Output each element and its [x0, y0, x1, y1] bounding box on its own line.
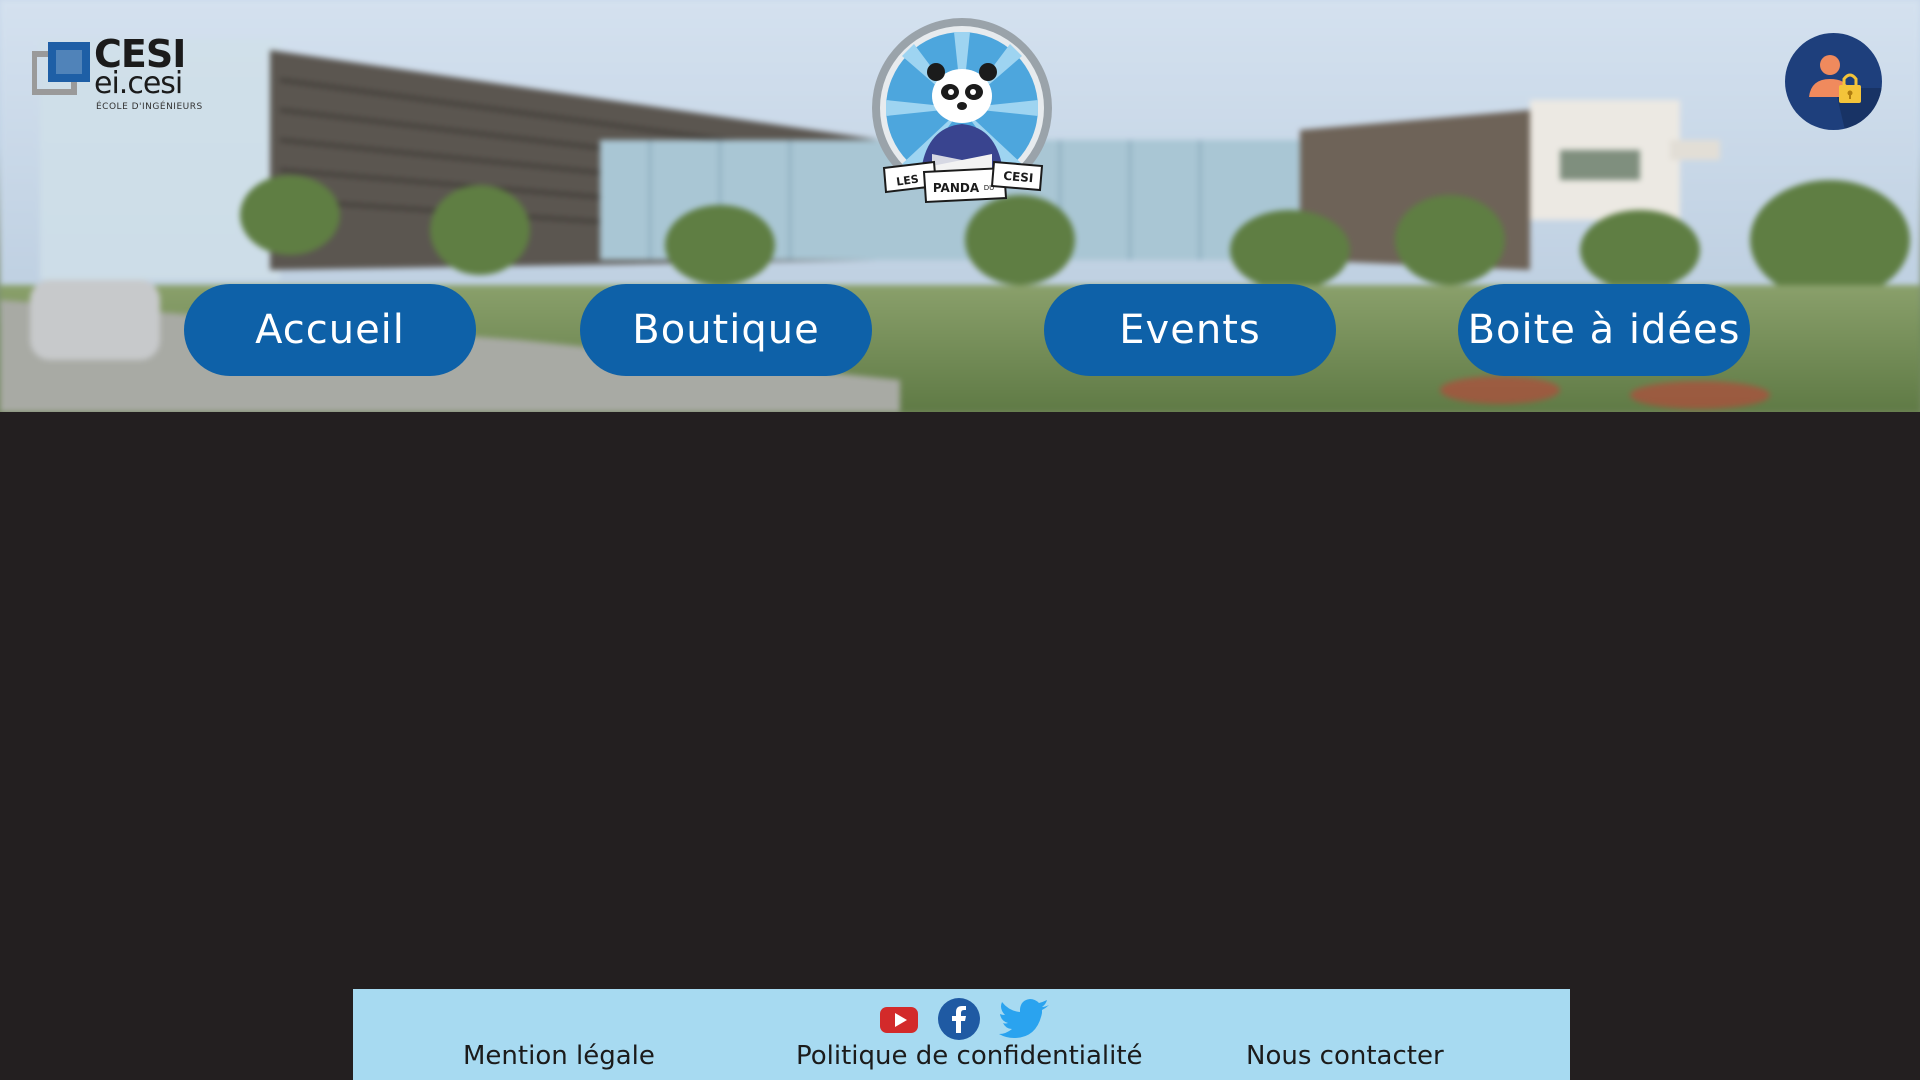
- panda-logo[interactable]: LES PANDA DU CESI: [870, 16, 1054, 210]
- main-content: [0, 412, 1920, 989]
- facebook-icon[interactable]: [937, 997, 981, 1041]
- nav-events-button[interactable]: Events: [1044, 284, 1336, 376]
- footer-link-politique-confidentialite[interactable]: Politique de confidentialité: [796, 1041, 1143, 1071]
- nav-boutique-label: Boutique: [632, 307, 820, 353]
- nav-boite-a-idees-label: Boite à idées: [1467, 307, 1741, 353]
- nav-boutique-button[interactable]: Boutique: [580, 284, 872, 376]
- login-button[interactable]: [1785, 33, 1882, 130]
- nav-accueil-button[interactable]: Accueil: [184, 284, 476, 376]
- footer-link-mention-legale[interactable]: Mention légale: [463, 1041, 655, 1071]
- nav-boite-a-idees-button[interactable]: Boite à idées: [1458, 284, 1750, 376]
- cesi-square-icon: [32, 42, 90, 95]
- nav-events-label: Events: [1119, 307, 1261, 353]
- hero-header: CESI ei.cesi ÉCOLE D'INGÉNIEURS LES PAND…: [0, 0, 1920, 412]
- logo-tagline: ÉCOLE D'INGÉNIEURS: [96, 102, 203, 112]
- banner-text-cesi: CESI: [1003, 169, 1034, 186]
- user-lock-icon: [1809, 55, 1882, 130]
- nav-accueil-label: Accueil: [255, 307, 405, 353]
- ei-cesi-logo-text: ei.cesi: [94, 66, 183, 101]
- twitter-icon[interactable]: [999, 997, 1051, 1041]
- youtube-icon[interactable]: [877, 997, 921, 1041]
- banner-text-panda: PANDA: [933, 181, 980, 195]
- banner-text-du: DU: [984, 184, 995, 192]
- cesi-logo[interactable]: CESI ei.cesi ÉCOLE D'INGÉNIEURS: [32, 32, 202, 116]
- footer-link-nous-contacter[interactable]: Nous contacter: [1246, 1041, 1444, 1071]
- footer: Mention légale Politique de confidential…: [353, 989, 1570, 1080]
